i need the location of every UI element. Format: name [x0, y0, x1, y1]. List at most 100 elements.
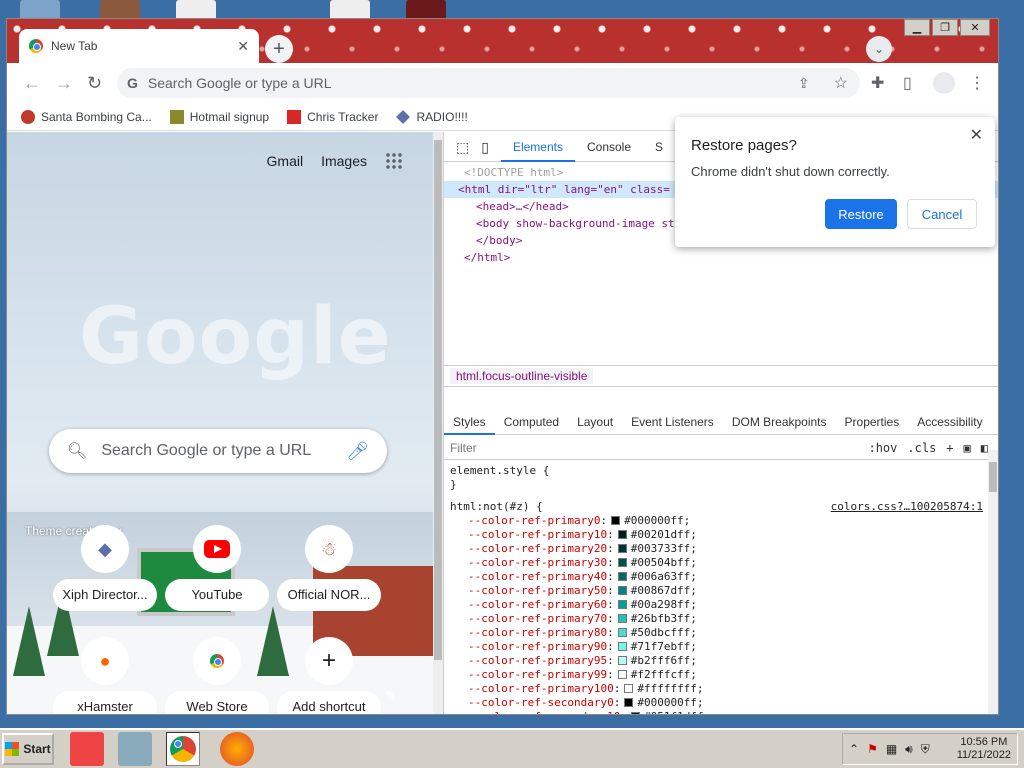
chrome-taskbar-icon[interactable]	[166, 732, 200, 766]
bookmark-item[interactable]: Chris Tracker	[287, 109, 378, 124]
inspect-icon[interactable]: ⬚	[444, 132, 481, 162]
css-property-row[interactable]: --color-ref-primary90: #71f7ebff;	[450, 640, 983, 654]
device-toggle-icon[interactable]: ▯	[481, 132, 501, 162]
bookmark-item[interactable]: Hotmail signup	[169, 109, 269, 124]
tab-accessibility[interactable]: Accessibility	[908, 409, 991, 435]
css-property-row[interactable]: --color-ref-secondary10: #051f1dff;	[450, 710, 983, 714]
color-swatch[interactable]	[617, 600, 627, 609]
color-swatch[interactable]	[617, 656, 627, 665]
menu-icon[interactable]: ⋮	[969, 73, 985, 93]
reload-icon[interactable]: ↻	[87, 73, 102, 94]
dom-node[interactable]: </html>	[444, 249, 998, 266]
restore-button[interactable]: Restore	[825, 199, 897, 229]
rule-source-link[interactable]: colors.css?…100205874:1	[831, 500, 983, 514]
close-window-button[interactable]: ✕	[960, 19, 990, 36]
breadcrumb-item[interactable]: html.focus-outline-visible	[450, 368, 594, 384]
maximize-button[interactable]: ❐	[932, 19, 958, 36]
microphone-icon[interactable]: 🎤︎	[346, 441, 369, 462]
color-swatch[interactable]	[617, 558, 627, 567]
chevron-up-icon[interactable]: ⌃	[849, 742, 859, 756]
shield-icon[interactable]: ⛨	[921, 742, 930, 757]
ntp-scrollbar[interactable]	[433, 132, 443, 714]
cls-button[interactable]: .cls	[907, 441, 936, 455]
paint-icon[interactable]: ▣	[964, 441, 971, 455]
volume-icon[interactable]: 🔊︎	[905, 742, 913, 757]
scrollbar-thumb[interactable]	[989, 462, 997, 492]
css-property-row[interactable]: --color-ref-primary70: #26bfb3ff;	[450, 612, 983, 626]
color-swatch[interactable]	[617, 544, 627, 553]
rule-selector[interactable]: html:not(#z) {	[450, 500, 543, 513]
tab-styles[interactable]: Styles	[444, 409, 495, 435]
ntp-search-box[interactable]: 🔍︎ Search Google or type a URL 🎤︎	[49, 429, 387, 473]
color-swatch[interactable]	[624, 684, 634, 693]
add-shortcut-tile[interactable]: + Add shortcut	[277, 637, 381, 714]
back-icon[interactable]: ←	[23, 73, 41, 94]
bookmark-item[interactable]: RADIO!!!!	[396, 110, 468, 124]
css-property-row[interactable]: --color-ref-primary0: #000000ff;	[450, 514, 983, 528]
color-swatch[interactable]	[617, 670, 627, 679]
omnibox[interactable]: G Search Google or type a URL ⇪ ☆	[117, 68, 860, 98]
tab-elements[interactable]: Elements	[500, 132, 575, 162]
customize-pencil-icon[interactable]: ✎	[385, 688, 397, 705]
element-style-rule[interactable]: element.style {	[450, 464, 983, 478]
firefox-icon[interactable]	[220, 732, 254, 766]
hov-button[interactable]: :hov	[868, 441, 897, 455]
color-swatch[interactable]	[630, 712, 640, 714]
tab-search-button[interactable]: ⌄	[866, 36, 892, 62]
tab-sources[interactable]: S	[643, 132, 675, 162]
apps-grid-icon[interactable]	[385, 152, 403, 170]
shortcut-tile[interactable]: YouTube	[165, 525, 269, 611]
bookmark-item[interactable]: Santa Bombing Ca...	[21, 109, 152, 124]
css-property-row[interactable]: --color-ref-primary10: #00201dff;	[450, 528, 983, 542]
images-link[interactable]: Images	[321, 153, 367, 169]
styles-filter[interactable]: Filter :hov .cls + ▣ ◧	[444, 436, 998, 460]
tab-dom-breakpoints[interactable]: DOM Breakpoints	[723, 409, 836, 435]
close-icon[interactable]: ✕	[237, 38, 249, 55]
css-property-row[interactable]: --color-ref-primary100: #ffffffff;	[450, 682, 983, 696]
css-property-row[interactable]: --color-ref-primary20: #003733ff;	[450, 542, 983, 556]
color-swatch[interactable]	[617, 642, 627, 651]
profile-icon[interactable]	[933, 72, 955, 94]
css-property-row[interactable]: --color-ref-primary99: #f2fffcff;	[450, 668, 983, 682]
scrollbar-thumb[interactable]	[434, 140, 442, 660]
tab-layout[interactable]: Layout	[568, 409, 622, 435]
tab-event-listeners[interactable]: Event Listeners	[622, 409, 723, 435]
tab-properties[interactable]: Properties	[836, 409, 909, 435]
color-swatch[interactable]	[617, 586, 627, 595]
tab-computed[interactable]: Computed	[495, 409, 568, 435]
shortcut-tile[interactable]: ● xHamster	[53, 637, 157, 714]
css-property-row[interactable]: --color-ref-secondary0: #000000ff;	[450, 696, 983, 710]
flag-icon[interactable]: ⚑	[867, 742, 878, 756]
start-button[interactable]: Start	[2, 733, 54, 765]
shortcut-tile[interactable]: ◆ Xiph Director...	[53, 525, 157, 611]
color-swatch[interactable]	[617, 628, 627, 637]
color-swatch[interactable]	[624, 698, 634, 707]
shortcut-tile[interactable]: ☃ Official NOR...	[277, 525, 381, 611]
css-property-row[interactable]: --color-ref-primary40: #006a63ff;	[450, 570, 983, 584]
styles-scrollbar[interactable]	[988, 450, 998, 714]
color-swatch[interactable]	[617, 572, 627, 581]
css-property-row[interactable]: --color-ref-primary30: #00504bff;	[450, 556, 983, 570]
file-manager-icon[interactable]	[70, 732, 104, 766]
tab-console[interactable]: Console	[575, 132, 643, 162]
css-property-row[interactable]: --color-ref-primary60: #00a298ff;	[450, 598, 983, 612]
share-icon[interactable]: ⇪	[798, 75, 810, 92]
clock[interactable]: 10:56 PM 11/21/2022	[957, 736, 1011, 762]
css-property-row[interactable]: --color-ref-primary80: #50dbcfff;	[450, 626, 983, 640]
star-icon[interactable]: ☆	[834, 73, 848, 93]
gmail-link[interactable]: Gmail	[267, 153, 304, 169]
new-tab-button[interactable]: +	[265, 35, 293, 63]
shortcut-tile[interactable]: Web Store	[165, 637, 269, 714]
add-rule-icon[interactable]: +	[946, 441, 953, 455]
toggle-sidebar-icon[interactable]: ◧	[981, 441, 988, 455]
color-swatch[interactable]	[617, 530, 627, 539]
css-property-row[interactable]: --color-ref-primary50: #00867dff;	[450, 584, 983, 598]
css-property-row[interactable]: --color-ref-primary95: #b2fff6ff;	[450, 654, 983, 668]
extensions-icon[interactable]: ✚	[871, 73, 884, 93]
media-player-icon[interactable]	[118, 732, 152, 766]
minimize-button[interactable]: ▁	[904, 19, 930, 36]
forward-icon[interactable]: →	[55, 73, 73, 94]
network-icon[interactable]: ▦	[886, 742, 897, 756]
color-swatch[interactable]	[617, 614, 627, 623]
close-icon[interactable]: ✕	[970, 125, 983, 145]
